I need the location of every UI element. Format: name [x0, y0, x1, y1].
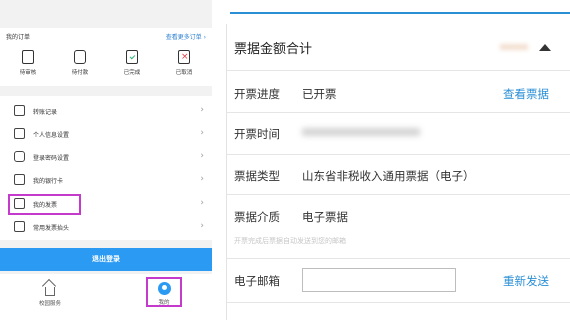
menu-item-label: 我的银行卡	[33, 178, 64, 185]
my-orders-title: 我的订单	[6, 34, 31, 41]
invoice-type-label: 票据类型	[234, 169, 280, 183]
chevron-right-icon: ›	[200, 174, 204, 184]
invoice-medium-value: 电子票据	[302, 210, 348, 224]
order-status-cancelled[interactable]: 已取消	[164, 50, 204, 76]
order-status-label: 已取消	[175, 70, 193, 76]
menu-item-personal-info[interactable]: 个人信息设置 ›	[0, 123, 212, 145]
redacted-issue-time	[302, 128, 420, 136]
divider	[226, 258, 570, 259]
menu-item-invoice-headers[interactable]: 常用发票抬头 ›	[0, 216, 212, 238]
email-hint: 开票完成后票据自动发送到您的邮箱	[234, 237, 346, 245]
chevron-right-icon: ›	[200, 105, 204, 115]
chevron-right-icon: ›	[200, 151, 204, 161]
section-title: 票据金额合计	[234, 42, 313, 57]
progress-value: 已开票	[302, 87, 337, 101]
invoice-detail-panel: 票据金额合计 开票进度 已开票 查看票据 开票时间 票据类型 山东省非税收入通用…	[212, 0, 570, 320]
redacted-amount	[500, 44, 528, 50]
divider	[226, 112, 570, 113]
mobile-app-panel: 我的订单 查看更多订单 › 待审核 待付款 已完成 已取消 转账记录 › 个人信…	[0, 0, 212, 320]
invoice-type-value: 山东省非税收入通用票据（电子）	[302, 169, 475, 183]
divider	[226, 194, 570, 195]
menu-item-bank-card[interactable]: 我的银行卡 ›	[0, 169, 212, 191]
clipboard-icon	[22, 50, 34, 64]
tab-label: 校园服务	[38, 301, 61, 307]
menu-item-label: 个人信息设置	[33, 132, 70, 139]
resend-link[interactable]: 重新发送	[503, 273, 549, 289]
order-status-label: 已完成	[123, 70, 141, 76]
view-invoice-link[interactable]: 查看票据	[503, 86, 549, 102]
menu-item-label: 转账记录	[33, 109, 58, 116]
issue-time-label: 开票时间	[234, 127, 280, 141]
menu-item-label: 常用发票抬头	[33, 225, 70, 232]
order-status-pending-payment[interactable]: 待付款	[60, 50, 100, 76]
collapse-caret-icon[interactable]	[539, 44, 551, 51]
progress-label: 开票进度	[234, 87, 280, 101]
invoice-medium-label: 票据介质	[234, 210, 280, 224]
divider	[226, 154, 570, 155]
wallet-icon	[74, 50, 86, 64]
cancel-box-icon	[178, 50, 190, 64]
menu-item-login-password[interactable]: 登录密码设置 ›	[0, 146, 212, 168]
settings-menu: 转账记录 › 个人信息设置 › 登录密码设置 › 我的银行卡 › 我的发票 › …	[0, 96, 212, 240]
check-box-icon	[126, 50, 138, 64]
invoice-header-icon	[14, 221, 25, 232]
lock-icon	[14, 151, 25, 162]
view-more-orders-link[interactable]: 查看更多订单 ›	[166, 32, 206, 41]
top-accent-line	[230, 12, 570, 14]
menu-item-transfer-records[interactable]: 转账记录 ›	[0, 100, 212, 122]
logout-button[interactable]: 退出登录	[0, 248, 212, 271]
divider	[226, 70, 570, 71]
order-status-label: 待付款	[71, 70, 89, 76]
home-icon	[45, 287, 55, 296]
order-status-label: 待审核	[19, 70, 37, 76]
order-status-pending-review[interactable]: 待审核	[8, 50, 48, 76]
tab-campus-services[interactable]: 校园服务	[30, 282, 70, 307]
tab-mine-highlight	[146, 277, 182, 307]
my-invoices-highlight	[8, 194, 81, 215]
chevron-right-icon: ›	[200, 221, 204, 231]
chevron-right-icon: ›	[200, 198, 204, 208]
bank-card-icon	[14, 174, 25, 185]
profile-settings-icon	[14, 128, 25, 139]
divider	[226, 302, 570, 303]
email-input[interactable]	[302, 268, 456, 292]
chevron-right-icon: ›	[200, 128, 204, 138]
order-status-completed[interactable]: 已完成	[112, 50, 152, 76]
list-icon	[14, 105, 25, 116]
email-label: 电子邮箱	[234, 274, 280, 288]
menu-item-label: 登录密码设置	[33, 155, 70, 162]
